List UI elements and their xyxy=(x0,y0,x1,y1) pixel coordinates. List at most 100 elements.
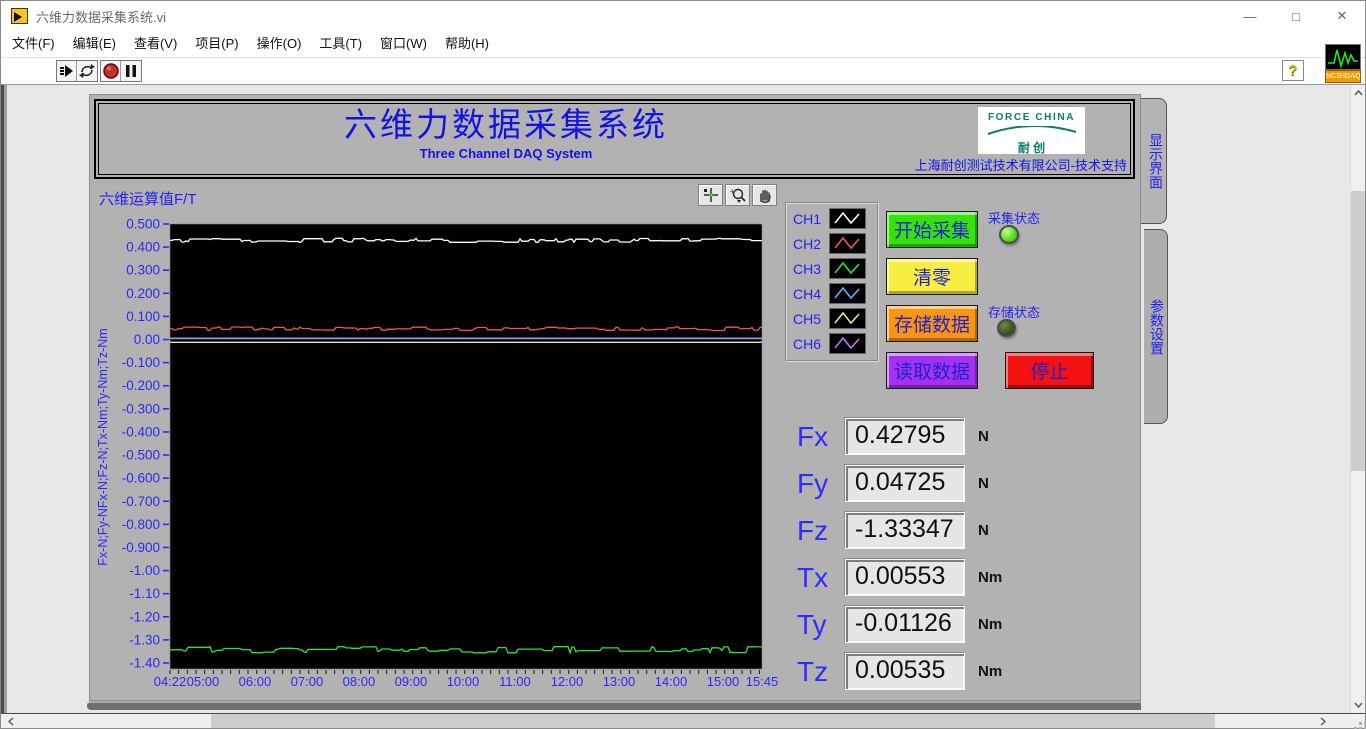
vi-icon-badge[interactable]: NC3HDAQ xyxy=(1325,44,1361,83)
horizontal-scrollbar[interactable] xyxy=(1,713,1365,728)
x-tick-label: 12:00 xyxy=(551,674,584,689)
y-tick-label: -0.800 xyxy=(122,517,160,532)
tab-parameter-settings[interactable]: 参数设置 xyxy=(1144,229,1168,424)
legend-label: CH2 xyxy=(793,235,822,252)
readout-row: Fz -1.33347 N xyxy=(797,507,1002,554)
vi-badge-text: NC3HDAQ xyxy=(1325,70,1361,83)
y-tick-label: -0.700 xyxy=(122,494,160,509)
menu-item[interactable]: 操作(O) xyxy=(248,31,311,57)
abort-button[interactable] xyxy=(101,61,121,81)
legend-swatch[interactable] xyxy=(829,233,866,254)
legend-label: CH4 xyxy=(793,285,822,302)
app-title: 六维力数据采集系统 xyxy=(344,105,668,144)
pan-tool-icon[interactable] xyxy=(752,184,777,206)
zoom-tool-icon[interactable]: + xyxy=(725,184,750,206)
control-button[interactable]: 读取数据 xyxy=(886,352,978,389)
header-banner: 六维力数据采集系统 Three Channel DAQ System FORCE… xyxy=(94,99,1135,179)
readout-unit: N xyxy=(978,522,989,539)
menu-item[interactable]: 查看(V) xyxy=(125,31,186,57)
chart-title: 六维运算值F/T xyxy=(99,191,197,208)
title-bar: 六维力数据采集系统.vi — □ ✕ xyxy=(1,1,1365,31)
acquisition-status-led xyxy=(999,225,1019,244)
menu-item[interactable]: 编辑(E) xyxy=(64,31,125,57)
y-tick-label: 0.00 xyxy=(134,332,160,347)
logo-text-en: FORCE CHINA xyxy=(987,112,1076,123)
cursor-tool-icon[interactable] xyxy=(698,184,723,206)
plot-legend: CH1 CH2 CH3 CH4 CH5 CH6 xyxy=(785,202,879,362)
legend-swatch[interactable] xyxy=(829,258,866,279)
y-tick-label: -1.00 xyxy=(129,563,160,578)
stop-button[interactable]: 停止 xyxy=(1005,352,1094,389)
support-text: 上海耐创测试技术有限公司-技术支持 xyxy=(914,158,1127,173)
y-tick-label: 0.200 xyxy=(126,286,160,301)
control-button[interactable]: 开始采集 xyxy=(886,211,978,248)
y-axis-label: Fx-N;Fy-NFx-N;Fz-N;Tx-Nm;Ty-Nm;Tz-Nm xyxy=(96,328,110,565)
control-button[interactable]: 存储数据 xyxy=(886,305,978,342)
x-tick-label: 06:00 xyxy=(239,674,272,689)
x-tick-label: 15:00 xyxy=(707,674,740,689)
legend-swatch[interactable] xyxy=(829,208,866,229)
menu-item[interactable]: 文件(F) xyxy=(3,31,64,57)
readout-value: -1.33347 xyxy=(845,512,965,549)
control-button[interactable]: 清零 xyxy=(886,258,978,295)
run-continuous-button[interactable] xyxy=(77,61,97,81)
vertical-scrollbar[interactable] xyxy=(1350,85,1365,713)
menu-item[interactable]: 工具(T) xyxy=(310,31,371,57)
readout-label: Fy xyxy=(797,467,829,499)
run-button[interactable] xyxy=(57,61,77,81)
readout-unit: N xyxy=(978,475,989,492)
x-tick-label: 08:00 xyxy=(343,674,376,689)
readout-unit: Nm xyxy=(978,569,1003,586)
menu-item[interactable]: 窗口(W) xyxy=(371,31,436,57)
close-button[interactable]: ✕ xyxy=(1319,1,1365,31)
legend-row: CH6 xyxy=(793,331,877,356)
help-button[interactable]: ? xyxy=(1282,60,1304,81)
readout-unit: Nm xyxy=(978,663,1003,680)
vertical-scroll-thumb[interactable] xyxy=(1351,191,1365,471)
company-logo: FORCE CHINA 耐 创 xyxy=(978,107,1085,155)
y-tick-label: -1.40 xyxy=(129,655,160,670)
readout-value: 0.00553 xyxy=(845,559,965,596)
y-tick-label: -1.10 xyxy=(129,586,160,601)
legend-swatch[interactable] xyxy=(829,308,866,329)
minimize-button[interactable]: — xyxy=(1227,1,1273,31)
horizontal-scroll-thumb[interactable] xyxy=(211,714,1215,728)
logo-text-cn: 耐 创 xyxy=(1017,141,1046,155)
legend-swatch[interactable] xyxy=(829,333,866,354)
logo-swoosh xyxy=(987,125,1076,135)
y-tick-label: -0.500 xyxy=(122,448,160,463)
maximize-button[interactable]: □ xyxy=(1273,1,1319,31)
y-tick-label: -0.200 xyxy=(122,378,160,393)
y-tick-label: -0.400 xyxy=(122,424,160,439)
readout-label: Tz xyxy=(797,655,829,687)
scroll-right-icon[interactable] xyxy=(1315,714,1331,728)
x-tick-label: 05:00 xyxy=(187,674,220,689)
front-panel: 显示界面 参数设置 六维力数据采集系统 Three Channel DAQ Sy… xyxy=(1,85,1365,713)
scroll-left-icon[interactable] xyxy=(3,714,19,728)
menu-item[interactable]: 帮助(H) xyxy=(436,31,498,57)
acquisition-status-label: 采集状态 xyxy=(988,211,1041,226)
graph-palette: + xyxy=(698,184,777,206)
y-tick-label: 0.500 xyxy=(126,217,160,232)
pause-button[interactable] xyxy=(121,61,141,81)
legend-row: CH4 xyxy=(793,281,877,306)
y-tick-label: 0.300 xyxy=(126,263,160,278)
readout-value: 0.04725 xyxy=(845,465,965,502)
scroll-down-icon[interactable] xyxy=(1351,697,1365,713)
y-tick-label: -1.20 xyxy=(129,609,160,624)
tab-display-page[interactable]: 显示界面 xyxy=(1140,98,1167,224)
legend-row: CH1 xyxy=(793,206,877,231)
resize-grip[interactable] xyxy=(1359,722,1362,725)
legend-swatch[interactable] xyxy=(829,283,866,304)
legend-row: CH2 xyxy=(793,231,877,256)
y-tick-label: -0.100 xyxy=(122,355,160,370)
tab-page-bottom-shadow xyxy=(87,701,1141,710)
y-tick-label: -1.30 xyxy=(129,632,160,647)
menu-item[interactable]: 项目(P) xyxy=(186,31,247,57)
scroll-up-icon[interactable] xyxy=(1351,85,1365,101)
trace-ch3 xyxy=(170,645,762,655)
tab-page-display: 六维力数据采集系统 Three Channel DAQ System FORCE… xyxy=(89,94,1141,701)
y-tick-label: 0.400 xyxy=(126,240,160,255)
y-tick-label: 0.100 xyxy=(126,309,160,324)
storage-status-label: 存储状态 xyxy=(988,305,1041,320)
